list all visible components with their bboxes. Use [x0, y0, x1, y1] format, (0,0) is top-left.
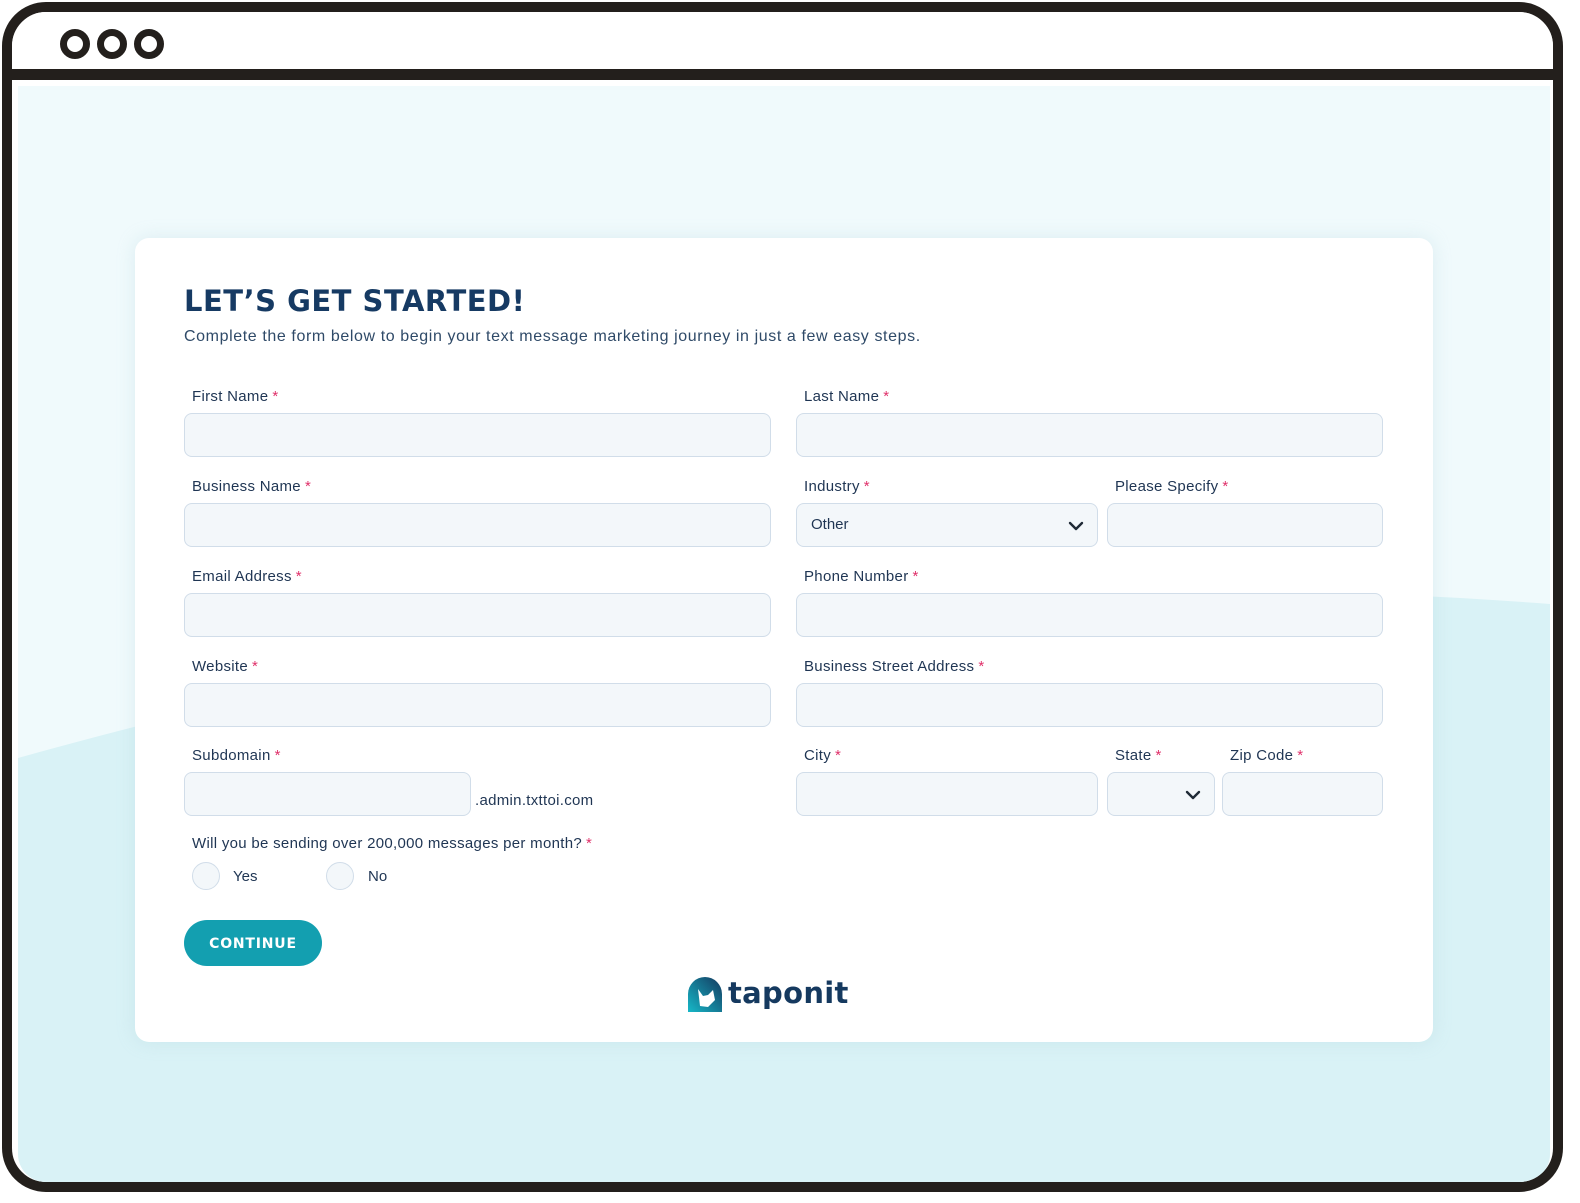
subdomain-suffix: .admin.txttoi.com — [475, 792, 594, 809]
please-specify-field: Please Specify * — [1107, 478, 1383, 548]
message-volume-question: Will you be sending over 200,000 message… — [192, 835, 593, 852]
browser-titlebar — [12, 12, 1553, 80]
window-dot-icon[interactable] — [60, 29, 90, 59]
last-name-label: Last Name * — [804, 388, 890, 405]
email-label: Email Address * — [192, 568, 302, 585]
city-input[interactable] — [796, 772, 1098, 816]
signup-card: LET’S GET STARTED! Complete the form bel… — [135, 238, 1433, 1042]
page-viewport: LET’S GET STARTED! Complete the form bel… — [18, 86, 1550, 1182]
last-name-field: Last Name * — [796, 388, 1383, 458]
subdomain-field: Subdomain * — [184, 747, 471, 817]
continue-button[interactable]: CONTINUE — [184, 920, 322, 966]
last-name-input[interactable] — [796, 413, 1383, 457]
phone-label: Phone Number * — [804, 568, 919, 585]
window-dot-icon[interactable] — [134, 29, 164, 59]
radio-yes-label[interactable]: Yes — [233, 868, 257, 885]
state-field: State * — [1107, 747, 1215, 817]
city-field: City * — [796, 747, 1098, 817]
city-label: City * — [804, 747, 842, 764]
window-dot-icon[interactable] — [97, 29, 127, 59]
website-input[interactable] — [184, 683, 771, 727]
please-specify-label: Please Specify * — [1115, 478, 1229, 495]
street-address-input[interactable] — [796, 683, 1383, 727]
please-specify-input[interactable] — [1107, 503, 1383, 547]
website-field: Website * — [184, 658, 771, 728]
industry-select[interactable]: Other — [796, 503, 1098, 547]
page-subtitle: Complete the form below to begin your te… — [184, 328, 921, 345]
business-name-label: Business Name * — [192, 478, 312, 495]
email-input[interactable] — [184, 593, 771, 637]
street-address-label: Business Street Address * — [804, 658, 985, 675]
taponit-wordmark: taponit — [728, 976, 849, 1010]
chevron-down-icon — [1068, 521, 1084, 531]
industry-field: Industry * Other — [796, 478, 1098, 548]
industry-selected-value: Other — [811, 516, 849, 533]
zip-code-label: Zip Code * — [1230, 747, 1304, 764]
radio-no[interactable] — [326, 862, 354, 890]
phone-field: Phone Number * — [796, 568, 1383, 638]
zip-code-input[interactable] — [1222, 772, 1383, 816]
business-name-input[interactable] — [184, 503, 771, 547]
radio-no-label[interactable]: No — [368, 868, 387, 885]
first-name-input[interactable] — [184, 413, 771, 457]
browser-frame: LET’S GET STARTED! Complete the form bel… — [2, 2, 1563, 1192]
industry-label: Industry * — [804, 478, 870, 495]
zip-code-field: Zip Code * — [1222, 747, 1383, 817]
radio-yes[interactable] — [192, 862, 220, 890]
street-address-field: Business Street Address * — [796, 658, 1383, 728]
email-field: Email Address * — [184, 568, 771, 638]
page-title: LET’S GET STARTED! — [184, 284, 526, 318]
first-name-field: First Name * — [184, 388, 771, 458]
business-name-field: Business Name * — [184, 478, 771, 548]
subdomain-input[interactable] — [184, 772, 471, 816]
taponit-logo: taponit — [686, 976, 856, 1016]
website-label: Website * — [192, 658, 259, 675]
state-label: State * — [1115, 747, 1162, 764]
first-name-label: First Name * — [192, 388, 279, 405]
subdomain-label: Subdomain * — [192, 747, 281, 764]
phone-input[interactable] — [796, 593, 1383, 637]
chevron-down-icon — [1185, 790, 1201, 800]
state-select[interactable] — [1107, 772, 1215, 816]
taponit-hand-icon — [688, 977, 722, 1012]
